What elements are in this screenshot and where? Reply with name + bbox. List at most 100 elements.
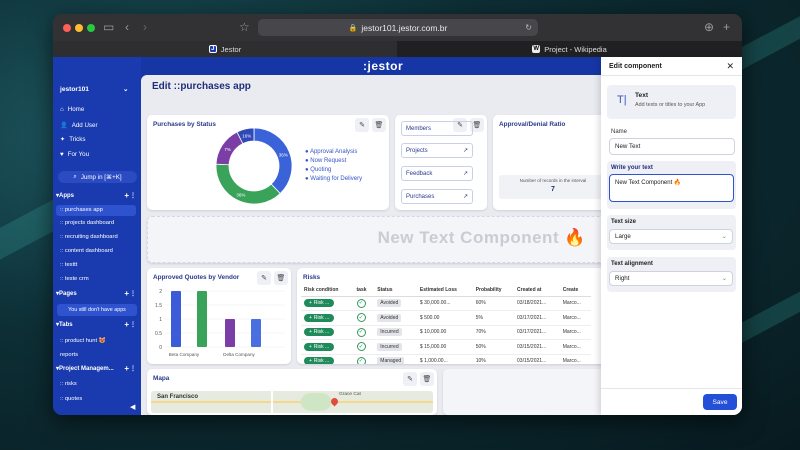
map-view[interactable]: San Francisco Grace Cat xyxy=(151,391,433,413)
more-icon[interactable]: ⋮ xyxy=(130,290,136,297)
risk-pill[interactable]: + Risk ... xyxy=(304,299,335,308)
sidebar-item-tricks[interactable]: ✦ Tricks xyxy=(60,136,85,143)
column-header[interactable]: Status xyxy=(374,285,417,297)
table-row[interactable]: + Risk ... ✓ Avoided $ 500.00 5% 03/17/2021...… xyxy=(301,310,591,326)
browser-tab-wikipedia[interactable]: W Project - Wikipedia xyxy=(397,41,742,57)
task-cell[interactable]: ✓ xyxy=(353,325,375,340)
sidebar-app-item[interactable]: :: recruiting dashboard xyxy=(60,234,118,240)
approved-quotes-card[interactable]: Approved Quotes by Vendor ✎ 🗑 2 1.5 1 0.5 0 B… xyxy=(147,268,291,364)
reload-icon[interactable]: ↻ xyxy=(525,23,532,32)
project-management-section-header[interactable]: ▾ Project Managem... + ⋮ xyxy=(56,364,137,373)
text-component-preview[interactable]: New Text Component 🔥 xyxy=(147,216,607,263)
link-button-projects[interactable]: Projects ↗ xyxy=(401,143,473,158)
minimize-window-button[interactable] xyxy=(75,24,83,32)
sidebar-toggle-icon[interactable]: ▭ xyxy=(103,20,114,34)
name-input[interactable]: New Text xyxy=(609,138,735,155)
pages-section-header[interactable]: ▾ Pages + ⋮ xyxy=(56,289,137,298)
delete-trash-icon[interactable]: 🗑 xyxy=(372,118,386,132)
more-icon[interactable]: ⋮ xyxy=(130,192,136,199)
table-row[interactable]: + Risk ... ✓ Managed $ 1,000.00... 10% 03/15/2… xyxy=(301,354,591,364)
task-cell[interactable]: ✓ xyxy=(353,354,375,364)
delete-trash-icon[interactable]: 🗑 xyxy=(274,271,288,285)
close-icon[interactable]: ✕ xyxy=(726,61,734,72)
check-circle-icon[interactable]: ✓ xyxy=(356,313,366,323)
edit-pencil-icon[interactable]: ✎ xyxy=(355,118,369,132)
sidebar-tab-item[interactable]: :: product hunt 😻 xyxy=(60,338,106,344)
risk-pill[interactable]: + Risk ... xyxy=(304,313,335,322)
back-icon[interactable]: ‹ xyxy=(125,20,129,34)
tabs-section-header[interactable]: ▾ Tabs + ⋮ xyxy=(56,320,137,329)
map-card[interactable]: Mapa ✎ 🗑 San Francisco Grace Cat xyxy=(147,369,437,415)
workspace-switcher[interactable]: jestor101 ⌄ xyxy=(60,85,129,94)
risk-pill[interactable]: + Risk ... xyxy=(304,357,335,364)
collapse-sidebar-icon[interactable]: ◀ xyxy=(130,403,135,411)
column-header[interactable]: Risk condition xyxy=(301,285,354,297)
purchases-by-status-card[interactable]: Purchases by Status ✎ 🗑 36% 36% 7% 16% ● Ap… xyxy=(147,115,389,210)
sidebar-tab-item[interactable]: reports xyxy=(60,352,78,358)
column-header[interactable]: Create xyxy=(559,285,591,297)
add-tab-icon[interactable]: + xyxy=(124,320,129,329)
add-app-icon[interactable]: + xyxy=(124,191,129,200)
download-icon[interactable]: ⊕ xyxy=(704,20,714,34)
sidebar-project-item[interactable]: :: quotes xyxy=(60,396,82,402)
save-button[interactable]: Save xyxy=(703,394,737,410)
add-page-icon[interactable]: + xyxy=(124,289,129,298)
text-size-select[interactable]: Large ⌄ xyxy=(609,229,733,244)
component-type-card[interactable]: T| Text Add texts or titles to your App xyxy=(607,85,736,119)
links-card[interactable]: ✎ 🗑 Members Projects ↗ Feedback ↗ Purchase… xyxy=(395,115,487,210)
sidebar-app-item[interactable]: :: projects dashboard xyxy=(60,220,114,226)
risk-pill[interactable]: + Risk ... xyxy=(304,342,335,351)
more-icon[interactable]: ⋮ xyxy=(130,365,136,372)
table-row[interactable]: + Risk ... ✓ Avoided $ 30,000.00... 60% 03/18/… xyxy=(301,296,591,311)
sidebar-item-for-you[interactable]: ♥ For You xyxy=(60,151,89,158)
column-header[interactable]: Created at xyxy=(514,285,560,297)
task-cell[interactable]: ✓ xyxy=(353,310,375,326)
sidebar-app-item[interactable]: :: content dashboard xyxy=(60,248,113,254)
task-cell[interactable]: ✓ xyxy=(353,339,375,355)
write-text-textarea[interactable]: New Text Component 🔥 xyxy=(609,174,734,202)
risk-condition-cell[interactable]: + Risk ... xyxy=(301,339,354,355)
map-pin-icon[interactable] xyxy=(329,396,340,407)
address-bar[interactable]: 🔒 jestor101.jestor.com.br ↻ xyxy=(258,19,538,36)
text-alignment-select[interactable]: Right ⌄ xyxy=(609,271,733,286)
task-cell[interactable]: ✓ xyxy=(353,296,375,311)
link-button-purchases[interactable]: Purchases ↗ xyxy=(401,189,473,204)
table-row[interactable]: + Risk ... ✓ Incurred $ 10,000.00 70% 03/17/20… xyxy=(301,325,591,340)
risk-pill[interactable]: + Risk ... xyxy=(304,328,335,337)
edit-pencil-icon[interactable]: ✎ xyxy=(257,271,271,285)
approval-denial-card[interactable]: Approval/Denial Ratio Number of records … xyxy=(493,115,613,210)
column-header[interactable]: Probability xyxy=(472,285,515,297)
table-row[interactable]: + Risk ... ✓ Incurred $ 15,000.00 50% 03/15/20… xyxy=(301,339,591,355)
sidebar-project-item[interactable]: :: risks xyxy=(60,381,77,387)
sidebar-app-item[interactable]: :: testtt xyxy=(60,262,77,268)
delete-trash-icon[interactable]: 🗑 xyxy=(420,372,434,386)
column-header[interactable]: Estimated Loss xyxy=(416,285,473,297)
risk-condition-cell[interactable]: + Risk ... xyxy=(301,296,354,311)
close-window-button[interactable] xyxy=(63,24,71,32)
jump-search-button[interactable]: ⌕ Jump in [⌘+K] xyxy=(58,171,137,183)
maximize-window-button[interactable] xyxy=(87,24,95,32)
sidebar-app-purchases[interactable]: :: purchases app xyxy=(56,205,136,216)
check-circle-icon[interactable]: ✓ xyxy=(356,356,366,364)
check-circle-icon[interactable]: ✓ xyxy=(356,298,366,308)
sidebar-app-item[interactable]: :: teste crm xyxy=(60,276,89,282)
bookmark-star-icon[interactable]: ☆ xyxy=(239,20,250,34)
check-circle-icon[interactable]: ✓ xyxy=(356,327,366,337)
column-header[interactable]: task xyxy=(353,285,375,297)
link-button-members[interactable]: Members xyxy=(401,121,473,136)
more-icon[interactable]: ⋮ xyxy=(130,321,136,328)
add-project-item-icon[interactable]: + xyxy=(124,364,129,373)
sidebar-item-add-user[interactable]: 👤 Add User xyxy=(60,121,98,130)
risk-condition-cell[interactable]: + Risk ... xyxy=(301,325,354,340)
risk-condition-cell[interactable]: + Risk ... xyxy=(301,310,354,326)
new-tab-icon[interactable]: + xyxy=(723,20,730,34)
check-circle-icon[interactable]: ✓ xyxy=(356,342,366,352)
apps-section-header[interactable]: ▾ Apps + ⋮ xyxy=(56,191,137,200)
edit-pencil-icon[interactable]: ✎ xyxy=(403,372,417,386)
sidebar-item-home[interactable]: ⌂ Home xyxy=(60,106,84,113)
browser-tab-jestor[interactable]: J Jestor xyxy=(53,41,397,57)
risks-card[interactable]: Risks Risk condition task Status Estimated … xyxy=(297,268,607,364)
risk-condition-cell[interactable]: + Risk ... xyxy=(301,354,354,364)
link-button-feedback[interactable]: Feedback ↗ xyxy=(401,166,473,181)
forward-icon[interactable]: › xyxy=(143,20,147,34)
